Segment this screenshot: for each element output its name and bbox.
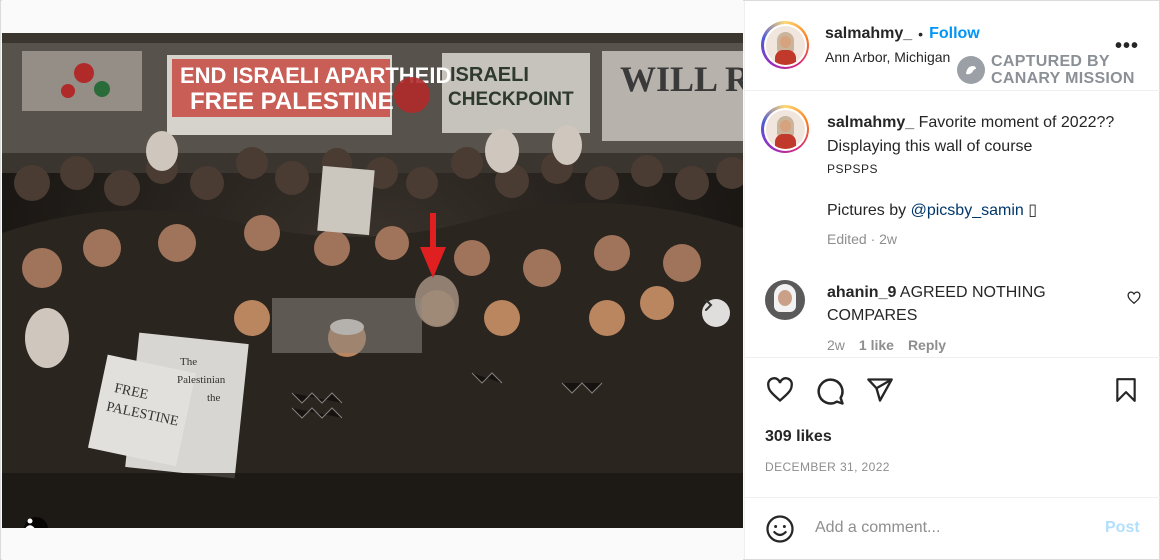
comment-reply-button[interactable]: Reply — [908, 337, 946, 353]
media-top-padding — [2, 0, 743, 33]
comment-composer: Add a comment... Post — [745, 497, 1160, 559]
comment-icon[interactable] — [815, 376, 845, 406]
author-avatar[interactable] — [761, 21, 809, 69]
chevron-right-icon — [705, 299, 713, 311]
commenter-avatar[interactable] — [765, 280, 805, 320]
comment-like-heart-icon[interactable] — [1127, 291, 1141, 305]
canary-bird-icon — [957, 56, 985, 84]
share-icon[interactable] — [865, 376, 895, 404]
comment-age: 2w — [827, 337, 845, 353]
carousel-next-button[interactable] — [702, 299, 730, 327]
bookmark-icon[interactable] — [1113, 376, 1139, 404]
edited-timestamp: Edited · 2w — [827, 231, 898, 247]
caption-author-avatar[interactable] — [761, 105, 809, 153]
author-username[interactable]: salmahmy_ — [825, 25, 912, 43]
emoji-icon[interactable] — [765, 514, 795, 544]
caption-username[interactable]: salmahmy_ — [827, 114, 914, 131]
comment-input[interactable]: Add a comment... — [815, 519, 940, 537]
svg-text:FREE PALESTINE: FREE PALESTINE — [190, 88, 394, 115]
post-photo[interactable]: END ISRAELI APARTHEID FREE PALESTINE ISR… — [2, 33, 743, 528]
heart-icon[interactable] — [765, 376, 795, 404]
svg-text:Palestinian: Palestinian — [177, 374, 226, 386]
svg-text:The: The — [180, 356, 197, 368]
commenter-username[interactable]: ahanin_9 — [827, 284, 896, 301]
post-actions: 309 likes DECEMBER 31, 2022 — [745, 357, 1160, 489]
media-bottom-padding — [2, 528, 743, 560]
post-caption: salmahmy_ Favorite moment of 2022?? Disp… — [827, 111, 1127, 251]
user-tag-icon — [25, 518, 35, 528]
follow-button[interactable]: Follow — [929, 25, 980, 43]
likes-count[interactable]: 309 likes — [765, 428, 832, 446]
post-comment-button[interactable]: Post — [1105, 519, 1140, 537]
post-location[interactable]: Ann Arbor, Michigan — [825, 49, 950, 65]
canary-mission-watermark: CAPTURED BY CANARY MISSION — [957, 53, 1135, 87]
comment-meta: 2w 1 like Reply — [827, 337, 946, 353]
post-date: DECEMBER 31, 2022 — [765, 460, 890, 474]
comment-item: ahanin_9 AGREED NOTHING COMPARES — [827, 281, 1127, 327]
caption-small-text: PSPSPS — [827, 162, 879, 176]
comment-likes[interactable]: 1 like — [859, 337, 894, 353]
watermark-line2: CANARY MISSION — [991, 70, 1135, 87]
separator-bullet: • — [918, 26, 924, 42]
svg-text:the: the — [207, 392, 221, 404]
credit-prefix: Pictures by — [827, 202, 911, 219]
svg-text:CHECKPOINT: CHECKPOINT — [448, 89, 574, 110]
credit-suffix: ▯ — [1023, 202, 1038, 219]
svg-text:ISRAELI: ISRAELI — [450, 64, 529, 86]
credit-mention-link[interactable]: @picsby_samin — [911, 202, 1024, 219]
watermark-line1: CAPTURED BY — [991, 53, 1110, 70]
crowd-photo-illustration: END ISRAELI APARTHEID FREE PALESTINE ISR… — [2, 33, 743, 528]
post-header: salmahmy_ • Follow Ann Arbor, Michigan •… — [745, 1, 1160, 91]
post-sidebar: salmahmy_ • Follow Ann Arbor, Michigan •… — [744, 1, 1160, 559]
svg-text:WILL R: WILL R — [620, 59, 743, 99]
